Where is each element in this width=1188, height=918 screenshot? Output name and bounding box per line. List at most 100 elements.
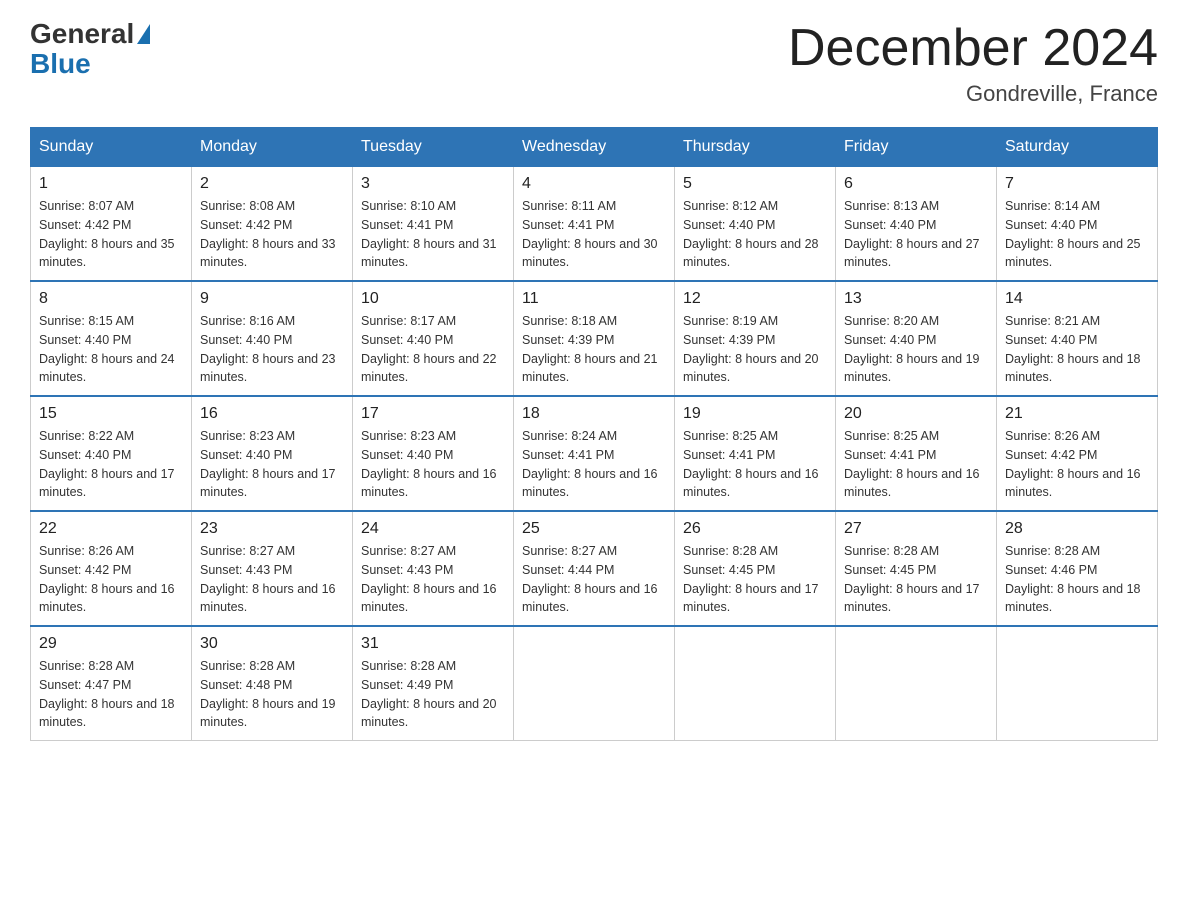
day-info: Sunrise: 8:25 AMSunset: 4:41 PMDaylight:… [844, 427, 988, 502]
day-number: 20 [844, 405, 988, 423]
week-row: 1Sunrise: 8:07 AMSunset: 4:42 PMDaylight… [31, 167, 1158, 282]
calendar-cell: 18 Sunrise: 8:24 AMSunset: 4:41 PMDayligh… [514, 396, 675, 511]
week-row: 8 Sunrise: 8:15 AMSunset: 4:40 PMDaylight… [31, 281, 1158, 396]
day-number: 1 [39, 175, 183, 193]
day-info: Sunrise: 8:28 AMSunset: 4:47 PMDaylight:… [39, 657, 183, 732]
day-number: 24 [361, 520, 505, 538]
calendar-cell: 23 Sunrise: 8:27 AMSunset: 4:43 PMDayligh… [192, 511, 353, 626]
day-number: 23 [200, 520, 344, 538]
day-info: Sunrise: 8:27 AMSunset: 4:43 PMDaylight:… [200, 542, 344, 617]
calendar-cell [997, 626, 1158, 741]
page-header: General Blue December 2024 Gondreville, … [30, 20, 1158, 107]
calendar-cell: 4Sunrise: 8:11 AMSunset: 4:41 PMDaylight… [514, 167, 675, 282]
day-info: Sunrise: 8:16 AMSunset: 4:40 PMDaylight:… [200, 312, 344, 387]
calendar-cell: 7Sunrise: 8:14 AMSunset: 4:40 PMDaylight… [997, 167, 1158, 282]
calendar-cell: 22Sunrise: 8:26 AMSunset: 4:42 PMDayligh… [31, 511, 192, 626]
calendar-cell [675, 626, 836, 741]
calendar-cell: 1Sunrise: 8:07 AMSunset: 4:42 PMDaylight… [31, 167, 192, 282]
calendar-cell: 16Sunrise: 8:23 AMSunset: 4:40 PMDayligh… [192, 396, 353, 511]
day-info: Sunrise: 8:23 AMSunset: 4:40 PMDaylight:… [200, 427, 344, 502]
col-saturday: Saturday [997, 128, 1158, 167]
week-row: 29 Sunrise: 8:28 AMSunset: 4:47 PMDayligh… [31, 626, 1158, 741]
week-row: 22Sunrise: 8:26 AMSunset: 4:42 PMDayligh… [31, 511, 1158, 626]
logo-triangle-icon [137, 24, 150, 44]
day-info: Sunrise: 8:27 AMSunset: 4:43 PMDaylight:… [361, 542, 505, 617]
day-number: 11 [522, 290, 666, 308]
day-info: Sunrise: 8:15 AMSunset: 4:40 PMDaylight:… [39, 312, 183, 387]
day-number: 4 [522, 175, 666, 193]
col-monday: Monday [192, 128, 353, 167]
calendar-cell [514, 626, 675, 741]
calendar-cell: 12Sunrise: 8:19 AMSunset: 4:39 PMDayligh… [675, 281, 836, 396]
day-number: 25 [522, 520, 666, 538]
day-number: 29 [39, 635, 183, 653]
col-sunday: Sunday [31, 128, 192, 167]
day-number: 15 [39, 405, 183, 423]
week-row: 15 Sunrise: 8:22 AMSunset: 4:40 PMDayligh… [31, 396, 1158, 511]
col-thursday: Thursday [675, 128, 836, 167]
calendar-header: Sunday Monday Tuesday Wednesday Thursday… [31, 128, 1158, 167]
day-number: 9 [200, 290, 344, 308]
day-info: Sunrise: 8:25 AMSunset: 4:41 PMDaylight:… [683, 427, 827, 502]
col-tuesday: Tuesday [353, 128, 514, 167]
calendar-cell: 31Sunrise: 8:28 AMSunset: 4:49 PMDayligh… [353, 626, 514, 741]
day-info: Sunrise: 8:22 AMSunset: 4:40 PMDaylight:… [39, 427, 183, 502]
page-title: December 2024 [788, 20, 1158, 77]
calendar-cell: 5Sunrise: 8:12 AMSunset: 4:40 PMDaylight… [675, 167, 836, 282]
calendar-cell: 17 Sunrise: 8:23 AMSunset: 4:40 PMDayligh… [353, 396, 514, 511]
calendar-cell: 20 Sunrise: 8:25 AMSunset: 4:41 PMDayligh… [836, 396, 997, 511]
day-number: 26 [683, 520, 827, 538]
day-number: 28 [1005, 520, 1149, 538]
day-number: 27 [844, 520, 988, 538]
calendar-cell: 10 Sunrise: 8:17 AMSunset: 4:40 PMDayligh… [353, 281, 514, 396]
calendar-cell: 29 Sunrise: 8:28 AMSunset: 4:47 PMDayligh… [31, 626, 192, 741]
day-info: Sunrise: 8:19 AMSunset: 4:39 PMDaylight:… [683, 312, 827, 387]
calendar-cell: 30 Sunrise: 8:28 AMSunset: 4:48 PMDayligh… [192, 626, 353, 741]
calendar-cell: 19Sunrise: 8:25 AMSunset: 4:41 PMDayligh… [675, 396, 836, 511]
page-subtitle: Gondreville, France [788, 81, 1158, 107]
calendar-cell [836, 626, 997, 741]
day-info: Sunrise: 8:28 AMSunset: 4:46 PMDaylight:… [1005, 542, 1149, 617]
day-info: Sunrise: 8:18 AMSunset: 4:39 PMDaylight:… [522, 312, 666, 387]
day-number: 30 [200, 635, 344, 653]
calendar-cell: 8 Sunrise: 8:15 AMSunset: 4:40 PMDaylight… [31, 281, 192, 396]
calendar-cell: 25 Sunrise: 8:27 AMSunset: 4:44 PMDayligh… [514, 511, 675, 626]
day-number: 17 [361, 405, 505, 423]
day-number: 6 [844, 175, 988, 193]
calendar-cell: 24 Sunrise: 8:27 AMSunset: 4:43 PMDayligh… [353, 511, 514, 626]
day-number: 18 [522, 405, 666, 423]
day-info: Sunrise: 8:23 AMSunset: 4:40 PMDaylight:… [361, 427, 505, 502]
day-number: 3 [361, 175, 505, 193]
calendar-cell: 15 Sunrise: 8:22 AMSunset: 4:40 PMDayligh… [31, 396, 192, 511]
day-number: 10 [361, 290, 505, 308]
calendar-cell: 28 Sunrise: 8:28 AMSunset: 4:46 PMDayligh… [997, 511, 1158, 626]
day-info: Sunrise: 8:10 AMSunset: 4:41 PMDaylight:… [361, 197, 505, 272]
day-number: 21 [1005, 405, 1149, 423]
logo-general-text: General [30, 20, 134, 48]
calendar-cell: 27 Sunrise: 8:28 AMSunset: 4:45 PMDayligh… [836, 511, 997, 626]
day-info: Sunrise: 8:20 AMSunset: 4:40 PMDaylight:… [844, 312, 988, 387]
calendar-cell: 14Sunrise: 8:21 AMSunset: 4:40 PMDayligh… [997, 281, 1158, 396]
calendar-cell: 6Sunrise: 8:13 AMSunset: 4:40 PMDaylight… [836, 167, 997, 282]
day-info: Sunrise: 8:27 AMSunset: 4:44 PMDaylight:… [522, 542, 666, 617]
day-info: Sunrise: 8:26 AMSunset: 4:42 PMDaylight:… [39, 542, 183, 617]
day-number: 31 [361, 635, 505, 653]
day-info: Sunrise: 8:28 AMSunset: 4:45 PMDaylight:… [844, 542, 988, 617]
day-number: 8 [39, 290, 183, 308]
day-number: 2 [200, 175, 344, 193]
calendar-cell: 26 Sunrise: 8:28 AMSunset: 4:45 PMDayligh… [675, 511, 836, 626]
calendar-cell: 11 Sunrise: 8:18 AMSunset: 4:39 PMDayligh… [514, 281, 675, 396]
day-info: Sunrise: 8:28 AMSunset: 4:45 PMDaylight:… [683, 542, 827, 617]
day-info: Sunrise: 8:24 AMSunset: 4:41 PMDaylight:… [522, 427, 666, 502]
day-info: Sunrise: 8:26 AMSunset: 4:42 PMDaylight:… [1005, 427, 1149, 502]
logo-blue-text: Blue [30, 50, 150, 78]
day-info: Sunrise: 8:17 AMSunset: 4:40 PMDaylight:… [361, 312, 505, 387]
title-section: December 2024 Gondreville, France [788, 20, 1158, 107]
day-info: Sunrise: 8:28 AMSunset: 4:48 PMDaylight:… [200, 657, 344, 732]
day-number: 5 [683, 175, 827, 193]
day-info: Sunrise: 8:14 AMSunset: 4:40 PMDaylight:… [1005, 197, 1149, 272]
calendar-cell: 2 Sunrise: 8:08 AMSunset: 4:42 PMDaylight… [192, 167, 353, 282]
day-number: 14 [1005, 290, 1149, 308]
day-info: Sunrise: 8:08 AMSunset: 4:42 PMDaylight:… [200, 197, 344, 272]
col-friday: Friday [836, 128, 997, 167]
